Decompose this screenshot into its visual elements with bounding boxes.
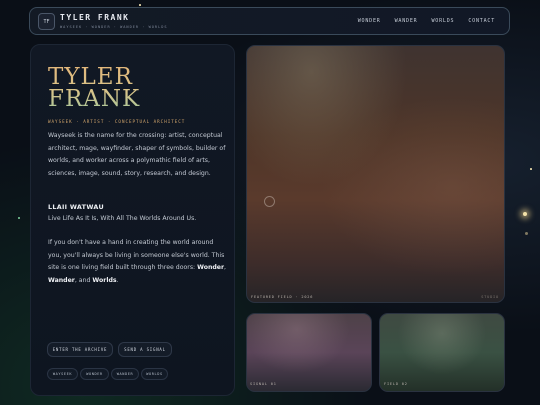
featured-card-label: FEATURED FIELD · 2026 — [251, 295, 314, 299]
logo-mark[interactable]: TF — [38, 13, 55, 30]
featured-card[interactable]: FEATURED FIELD · 2026 STUDIO — [246, 45, 505, 303]
title-line-last: FRANK — [48, 86, 141, 112]
intro-paragraph: Wayseek is the name for the crossing: ar… — [48, 132, 226, 177]
send-signal-button[interactable]: SEND A SIGNAL — [118, 342, 172, 357]
world-paragraph: If you don't have a hand in creating the… — [48, 237, 228, 287]
intro-panel: TYLER FRANK WAYSEEK · ARTIST · CONCEPTUA… — [30, 44, 235, 396]
star — [139, 4, 141, 6]
motto-title: LLAII WATWAU — [48, 203, 104, 211]
star — [18, 217, 20, 219]
tag-wonder[interactable]: WONDER — [80, 368, 109, 380]
title-line-first: TYLER — [48, 64, 133, 90]
nav-link-contact[interactable]: CONTACT — [468, 18, 495, 24]
brand-tagline: WAYSEEK · WONDER · WANDER · WORLDS — [60, 25, 168, 29]
brand-name[interactable]: TYLER FRANK — [60, 13, 129, 22]
main-nav: WONDER WANDER WORLDS CONTACT — [358, 18, 495, 24]
link-wonder[interactable]: Wonder — [197, 264, 224, 271]
link-wander[interactable]: Wander — [48, 277, 75, 284]
signal-card[interactable]: SIGNAL 01 — [246, 313, 372, 392]
star — [530, 168, 532, 170]
tag-wayseek[interactable]: WAYSEEK — [47, 368, 78, 380]
nav-link-worlds[interactable]: WORLDS — [431, 18, 454, 24]
role-subtitle: WAYSEEK · ARTIST · CONCEPTUAL ARCHITECT — [48, 119, 186, 124]
tag-worlds[interactable]: WORLDS — [141, 368, 168, 380]
nav-link-wander[interactable]: WANDER — [395, 18, 418, 24]
separator: , and — [74, 276, 93, 284]
signal-card-label: SIGNAL 01 — [250, 382, 277, 386]
separator: , — [224, 264, 227, 272]
enter-archive-button[interactable]: ENTER THE ARCHIVE — [47, 342, 113, 357]
star — [525, 232, 528, 235]
period: . — [116, 276, 119, 284]
play-circle-icon[interactable] — [264, 196, 275, 207]
field-card-label: FIELD 02 — [384, 382, 408, 386]
motto-text: Live Life As It Is, With All The Worlds … — [48, 215, 197, 222]
page-title: TYLER FRANK — [48, 66, 140, 110]
link-worlds[interactable]: Worlds — [92, 277, 116, 284]
glowing-star — [523, 212, 527, 216]
featured-card-tag: STUDIO — [481, 295, 499, 299]
tag-wander[interactable]: WANDER — [111, 368, 139, 380]
field-card[interactable]: FIELD 02 — [379, 313, 505, 392]
site-header: TF TYLER FRANK WAYSEEK · WONDER · WANDER… — [29, 7, 510, 35]
nav-link-wonder[interactable]: WONDER — [358, 18, 381, 24]
